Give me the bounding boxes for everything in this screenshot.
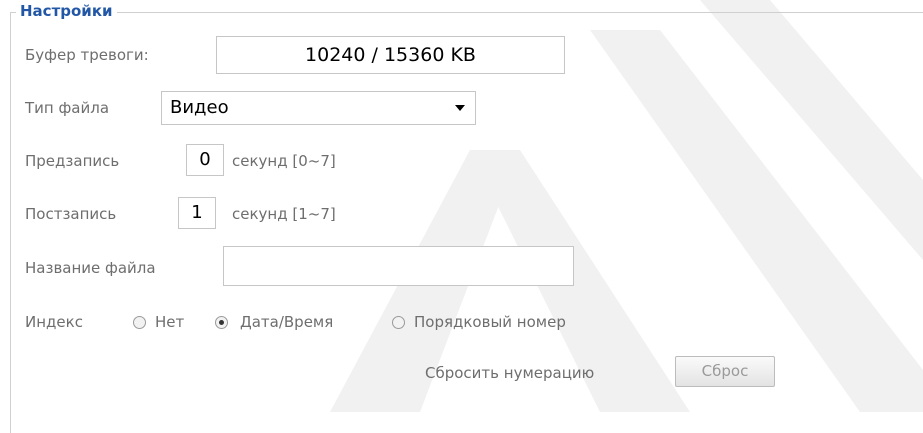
alarm-buffer-field: 10240 / 15360 KB (216, 36, 565, 74)
postrecord-unit: секунд [1~7] (232, 205, 336, 223)
index-label: Индекс (25, 313, 83, 331)
prerecord-input[interactable]: 0 (186, 144, 224, 176)
prerecord-unit: секунд [0~7] (232, 152, 336, 170)
index-datetime-radio[interactable] (215, 316, 228, 329)
index-sequence-label: Порядковый номер (414, 313, 566, 331)
index-sequence-radio[interactable] (392, 316, 405, 329)
postrecord-input[interactable]: 1 (178, 197, 216, 229)
buffer-label: Буфер тревоги: (25, 46, 149, 64)
file-type-select[interactable]: Видео (161, 91, 476, 125)
file-type-label: Тип файла (25, 99, 110, 117)
reset-numbering-label: Сбросить нумерацию (425, 364, 595, 382)
settings-title: Настройки (16, 2, 117, 20)
reset-button[interactable]: Сброс (675, 356, 775, 387)
file-name-label: Название файла (25, 259, 156, 277)
file-type-value: Видео (170, 97, 229, 118)
postrecord-label: Постзапись (25, 205, 117, 223)
prerecord-label: Предзапись (25, 152, 120, 170)
index-datetime-label: Дата/Время (240, 313, 334, 331)
chevron-down-icon (455, 105, 465, 111)
index-none-label: Нет (155, 313, 185, 331)
index-none-radio[interactable] (133, 316, 146, 329)
file-name-input[interactable] (223, 246, 574, 286)
